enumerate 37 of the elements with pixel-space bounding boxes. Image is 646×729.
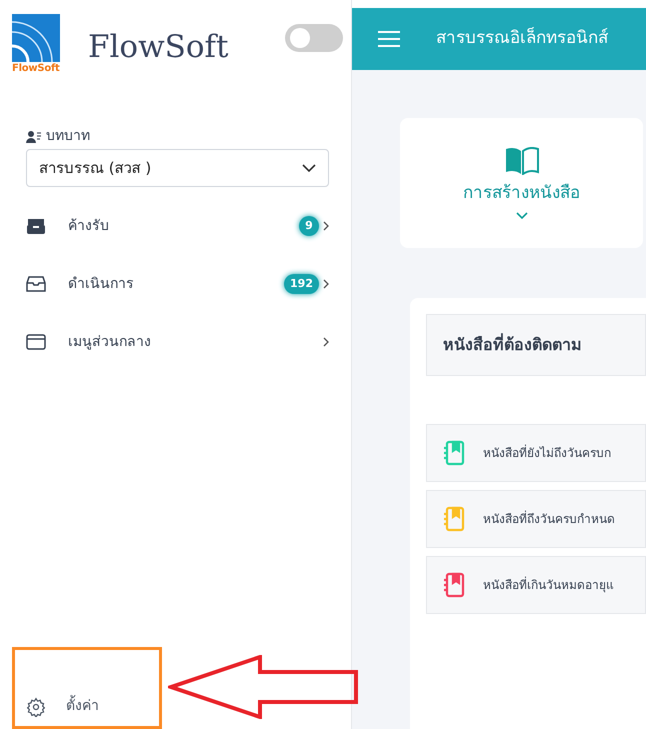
tracking-row[interactable]: หนังสือที่ยังไม่ถึงวันครบก (426, 424, 646, 482)
settings-label: ตั้งค่า (66, 696, 99, 717)
menu-item-label: ค้างรับ (68, 216, 109, 236)
logo-icon (12, 14, 60, 62)
menu-item-label: ดำเนินการ (68, 274, 134, 294)
chevron-down-icon (302, 164, 316, 172)
count-badge: 192 (284, 274, 319, 294)
tracking-label: หนังสือที่เกินวันหมดอายุแ (483, 576, 614, 594)
tracking-label: หนังสือที่ยังไม่ถึงวันครบก (483, 444, 611, 462)
tracking-row[interactable]: หนังสือที่ถึงวันครบกำหนด (426, 490, 646, 548)
brand-name: FlowSoft (88, 28, 228, 67)
inbox-icon (26, 217, 46, 235)
settings-item[interactable]: ตั้งค่า (0, 696, 351, 729)
chevron-right-icon (323, 279, 329, 289)
dark-mode-toggle[interactable] (285, 24, 343, 52)
tracking-row[interactable]: หนังสือที่เกินวันหมดอายุแ (426, 556, 646, 614)
header-title: สารบรรณอิเล็กทรอนิกส์ (436, 26, 608, 50)
menu-item[interactable]: ดำเนินการ 192 (0, 255, 351, 313)
count-badge: 9 (299, 216, 319, 236)
tray-icon (26, 275, 46, 293)
role-label: บทบาท (46, 127, 90, 146)
chevron-right-icon (323, 221, 329, 231)
panel-title: หนังสือที่ต้องติดตาม (443, 333, 582, 356)
role-select[interactable]: สารบรรณ (สวส ) (26, 149, 329, 187)
chevron-down-icon (516, 212, 528, 220)
book-icon (504, 146, 538, 175)
chevron-right-icon (323, 337, 329, 347)
menu-icon[interactable] (378, 31, 400, 47)
tracking-label: หนังสือที่ถึงวันครบกำหนด (483, 510, 615, 528)
menu-item[interactable]: ค้างรับ 9 (0, 197, 351, 255)
settings-icon (26, 696, 46, 716)
menu-item[interactable]: เมนูส่วนกลาง (0, 313, 351, 371)
window-icon (26, 333, 46, 351)
create-book-card[interactable]: การสร้างหนังสือ (400, 118, 643, 248)
menu-item-label: เมนูส่วนกลาง (68, 332, 151, 352)
user-list-icon (26, 130, 42, 142)
logo-caption: FlowSoft (12, 62, 60, 76)
